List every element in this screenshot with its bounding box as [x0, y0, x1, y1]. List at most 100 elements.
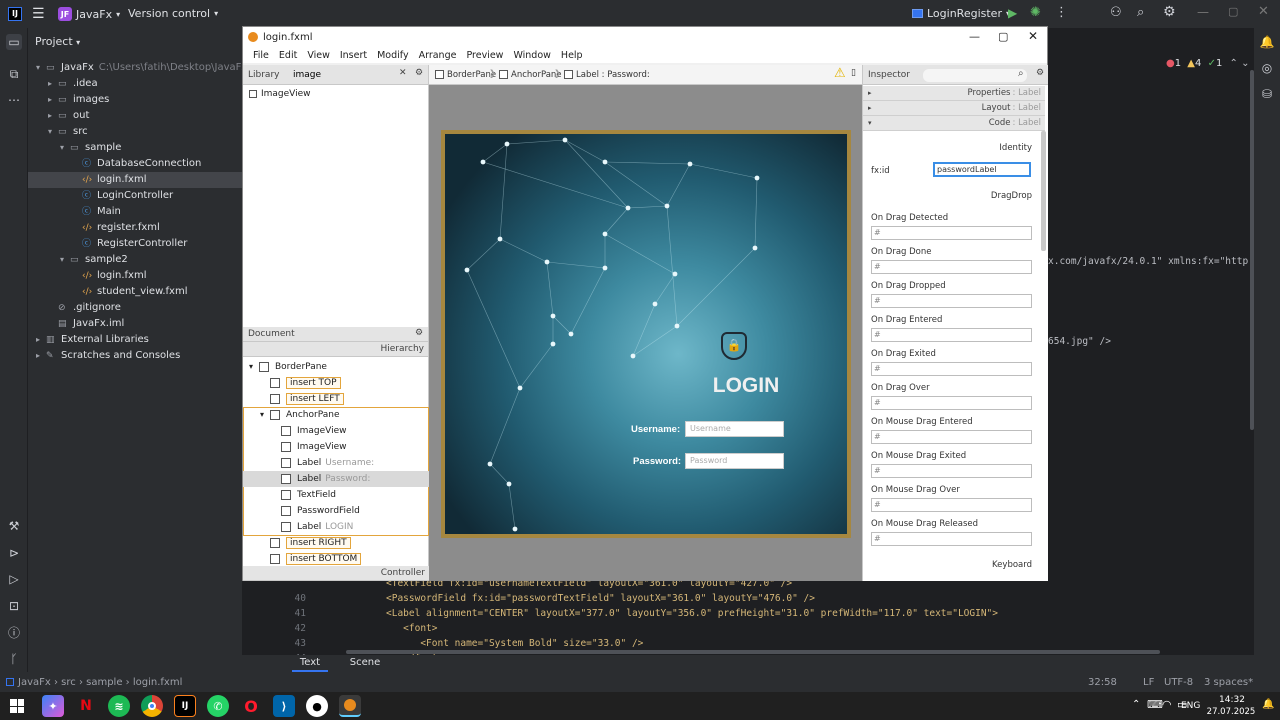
ide-logo-icon[interactable]: IJ: [8, 7, 22, 21]
tree-item[interactable]: ▾ ▭ src: [28, 124, 242, 140]
start-icon[interactable]: [10, 699, 24, 713]
tree-item[interactable]: ‹/› login.fxml: [28, 172, 242, 188]
tree-toggle-icon[interactable]: ▸: [48, 76, 58, 92]
netflix-icon[interactable]: N: [75, 695, 97, 717]
github-icon[interactable]: ●: [306, 695, 328, 717]
tree-item[interactable]: ▾ ▭ sample2: [28, 252, 242, 268]
clock-time[interactable]: 14:32: [1214, 695, 1250, 705]
username-field[interactable]: Username: [685, 421, 784, 437]
git-tool-icon[interactable]: ᚴ: [6, 651, 22, 667]
fxid-input[interactable]: passwordLabel: [933, 162, 1031, 177]
tree-toggle-icon[interactable]: ▾: [48, 124, 58, 140]
document-menu-icon[interactable]: ⚙: [415, 328, 423, 338]
terminal-tool-icon[interactable]: ⊡: [6, 598, 22, 614]
menu-item-help[interactable]: Help: [561, 50, 583, 61]
copilot-icon[interactable]: ✦: [42, 695, 64, 717]
panel-toggle-icon[interactable]: ▯: [851, 68, 856, 78]
controller-header[interactable]: Controller: [243, 566, 429, 581]
indent-setting[interactable]: 3 spaces*: [1204, 677, 1253, 688]
status-breadcrumb-item[interactable]: login.fxml: [133, 677, 183, 688]
inspector-menu-icon[interactable]: ⚙: [1036, 68, 1044, 78]
more-tools-icon[interactable]: ⋯: [6, 92, 22, 108]
breadcrumb-borderpane[interactable]: BorderPane: [435, 70, 496, 80]
tree-toggle-icon[interactable]: ▾: [36, 60, 46, 76]
tray-chevron-icon[interactable]: ⌃: [1132, 699, 1140, 710]
debug-icon[interactable]: ✺: [1030, 5, 1041, 20]
event-handler-input[interactable]: #: [871, 226, 1032, 240]
clock-date[interactable]: 27.07.2025: [1204, 707, 1258, 717]
code-line[interactable]: <PasswordField fx:id="passwordTextField"…: [386, 591, 815, 606]
editor-inspection-widget[interactable]: ●1 ▲4 ✓1 ⌃ ⌄: [1166, 58, 1249, 69]
network-icon[interactable]: ⌨: [1147, 698, 1163, 711]
problems-tool-icon[interactable]: ⓘ: [6, 625, 22, 641]
run-config-selector[interactable]: LoginRegister ▾: [912, 7, 1010, 20]
intellij-icon[interactable]: IJ: [174, 695, 196, 717]
search-icon[interactable]: ⌕: [1018, 68, 1024, 79]
tree-toggle-icon[interactable]: ▸: [48, 92, 58, 108]
tree-item[interactable]: ▸ ▭ images: [28, 92, 242, 108]
tree-item[interactable]: ▾ ▭ JavaFx C:\Users\fatih\Desktop\JavaFx: [28, 60, 247, 76]
maximize-icon[interactable]: ▢: [1228, 5, 1238, 18]
tree-item[interactable]: ▾ ▭ sample: [28, 140, 242, 156]
hierarchy-item[interactable]: ▾ BorderPane: [243, 359, 429, 375]
event-handler-input[interactable]: #: [871, 396, 1032, 410]
event-handler-input[interactable]: #: [871, 362, 1032, 376]
add-user-icon[interactable]: ⚇: [1110, 5, 1122, 20]
main-menu-icon[interactable]: ☰: [32, 6, 45, 22]
tree-item[interactable]: ⊘ .gitignore: [28, 300, 242, 316]
tree-toggle-icon[interactable]: ▾: [60, 252, 70, 268]
project-switcher[interactable]: JF JavaFx ▾: [58, 7, 120, 21]
sb-minimize-icon[interactable]: —: [969, 30, 980, 43]
sb-close-icon[interactable]: ✕: [1028, 29, 1038, 43]
hierarchy-item[interactable]: insert LEFT: [243, 391, 429, 407]
vcs-switcher[interactable]: Version control ▾: [128, 7, 218, 20]
menu-item-arrange[interactable]: Arrange: [419, 50, 457, 61]
project-panel-header[interactable]: Project ▾: [35, 35, 80, 48]
tree-item[interactable]: ▸ ▭ .idea: [28, 76, 242, 92]
caret-position[interactable]: 32:58: [1088, 677, 1117, 688]
tree-toggle-icon[interactable]: ▸: [36, 348, 46, 364]
notifications-icon[interactable]: 🔔: [1259, 34, 1275, 50]
tree-toggle-icon[interactable]: ▸: [48, 108, 58, 124]
hierarchy-item[interactable]: ▾ AnchorPane: [243, 407, 429, 423]
structure-tool-icon[interactable]: ⧉: [6, 66, 22, 82]
menu-item-insert[interactable]: Insert: [340, 50, 367, 61]
spotify-icon[interactable]: ≋: [108, 695, 130, 717]
services-tool-icon[interactable]: ⊳: [6, 545, 22, 561]
run-tool-icon[interactable]: ▷: [6, 571, 22, 587]
hierarchy-header[interactable]: Hierarchy: [243, 342, 428, 357]
hierarchy-item[interactable]: ImageView: [243, 439, 429, 455]
password-field[interactable]: Password: [685, 453, 784, 469]
search-icon[interactable]: ⌕: [1137, 5, 1144, 20]
language-indicator[interactable]: ENG: [1181, 701, 1200, 711]
whatsapp-icon[interactable]: ✆: [207, 695, 229, 717]
library-menu-icon[interactable]: ⚙: [415, 68, 423, 78]
settings-gear-icon[interactable]: ⚙: [1163, 4, 1176, 20]
hierarchy-item[interactable]: insert RIGHT: [243, 535, 429, 551]
status-breadcrumb-item[interactable]: src: [61, 677, 76, 688]
tree-item[interactable]: ‹/› login.fxml: [28, 268, 242, 284]
status-breadcrumb-item[interactable]: JavaFx: [18, 677, 51, 688]
event-handler-input[interactable]: #: [871, 430, 1032, 444]
menu-item-view[interactable]: View: [307, 50, 330, 61]
database-icon[interactable]: ⛁: [1259, 86, 1275, 102]
event-handler-input[interactable]: #: [871, 328, 1032, 342]
menu-item-file[interactable]: File: [253, 50, 269, 61]
event-handler-input[interactable]: #: [871, 294, 1032, 308]
wifi-icon[interactable]: ◠: [1162, 698, 1172, 711]
hierarchy-item[interactable]: Label LOGIN: [243, 519, 429, 535]
chrome-icon[interactable]: [141, 695, 163, 717]
hierarchy-item[interactable]: Label Username:: [243, 455, 429, 471]
menu-item-edit[interactable]: Edit: [279, 50, 297, 61]
code-line[interactable]: <Font name="System Bold" size="33.0" />: [386, 636, 643, 651]
build-tool-icon[interactable]: ⚒: [6, 518, 22, 534]
run-icon[interactable]: ▶: [1008, 6, 1017, 20]
tree-item[interactable]: ▸ ✎ Scratches and Consoles: [28, 348, 242, 364]
line-separator[interactable]: LF: [1143, 677, 1154, 688]
close-icon[interactable]: ✕: [1258, 4, 1269, 19]
file-encoding[interactable]: UTF-8: [1164, 677, 1193, 688]
sb-maximize-icon[interactable]: ▢: [998, 30, 1008, 43]
event-handler-input[interactable]: #: [871, 532, 1032, 546]
project-tool-icon[interactable]: ▭: [6, 34, 22, 50]
more-actions-icon[interactable]: ⋮: [1055, 5, 1068, 20]
